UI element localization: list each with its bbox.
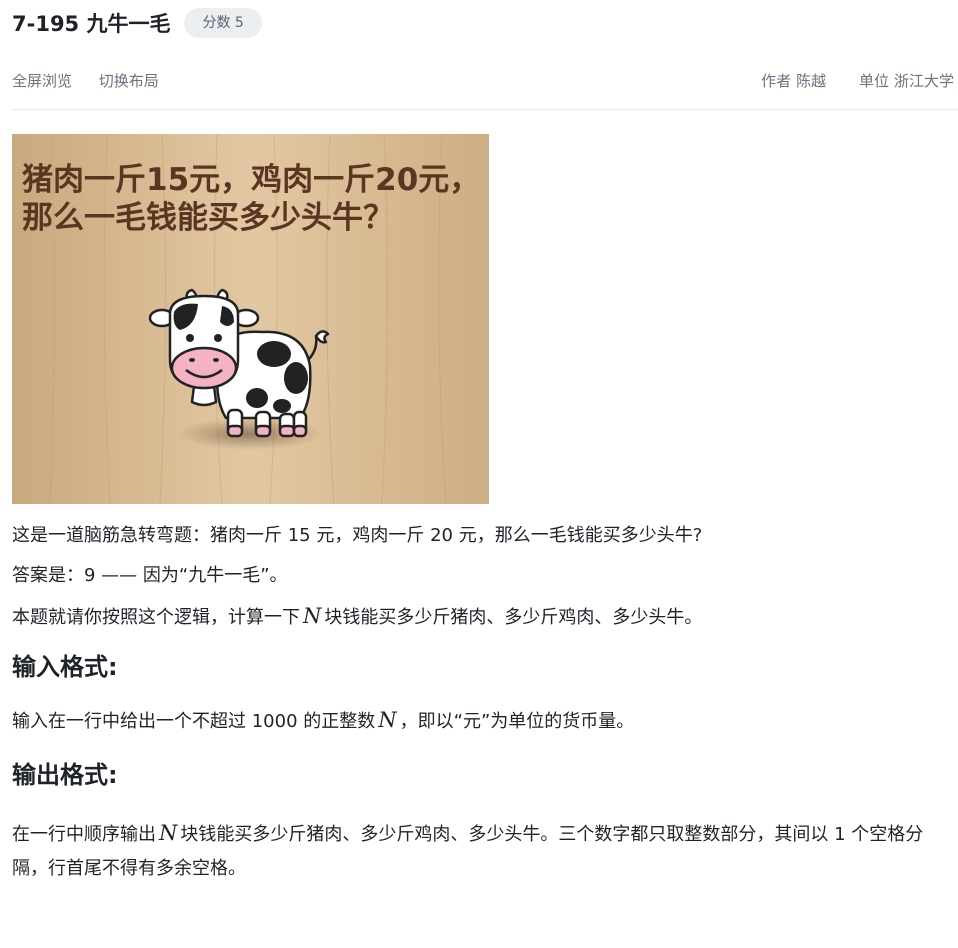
unit-label: 单位 — [858, 72, 889, 90]
input-format-heading: 输入格式: — [12, 653, 118, 681]
author-info: 作者 陈越 — [761, 72, 831, 90]
header-divider — [12, 109, 958, 110]
title-row: 7-195 九牛一毛 分数 5 — [12, 6, 958, 40]
output-variable-n: N — [159, 821, 178, 845]
image-caption-line2: 那么一毛钱能买多少头牛？ — [22, 200, 394, 236]
input-text-after: ，即以“元”为单位的货币量。 — [399, 711, 635, 732]
output-format-text: 在一行中顺序输出 N 块钱能买多少斤猪肉、多少斤鸡肉、多少头牛。三个数字都只取整数部… — [12, 816, 954, 886]
input-format-text: 输入在一行中给出一个不超过 1000 的正整数 N ，即以“元”为单位的货币量。 — [12, 708, 954, 734]
toolbar: 全屏浏览 切换布局 — [12, 70, 181, 91]
problem-statement: 这是一道脑筋急转弯题：猪肉一斤 15 元，鸡肉一斤 20 元，那么一毛钱能买多少… — [12, 516, 954, 886]
meta-row: 全屏浏览 切换布局 作者 陈越 单位 浙江大学 — [12, 70, 954, 91]
image-caption-line1: 猪肉一斤15元，鸡肉一斤20元， — [22, 162, 480, 198]
problem-meta: 作者 陈越 单位 浙江大学 — [733, 70, 954, 91]
author-value: 陈越 — [796, 72, 827, 90]
output-format-heading: 输出格式: — [12, 761, 118, 789]
unit-value: 浙江大学 — [893, 72, 954, 90]
input-text-before: 输入在一行中给出一个不超过 1000 的正整数 — [12, 711, 376, 732]
statement-p3-after: 块钱能买多少斤猪肉、多少斤鸡肉、多少头牛。 — [324, 607, 703, 628]
variable-n: N — [303, 604, 322, 628]
statement-p3-before: 本题就请你按照这个逻辑，计算一下 — [12, 607, 300, 628]
statement-paragraph-3: 本题就请你按照这个逻辑，计算一下 N 块钱能买多少斤猪肉、多少斤鸡肉、多少头牛。 — [12, 604, 954, 630]
output-text-before: 在一行中顺序输出 — [12, 824, 156, 845]
problem-header: 7-195 九牛一毛 分数 5 全屏浏览 切换布局 作者 陈越 单位 浙江大学 — [12, 6, 958, 90]
fullscreen-link[interactable]: 全屏浏览 — [12, 72, 72, 90]
problem-illustration: 猪肉一斤15元，鸡肉一斤20元， 那么一毛钱能买多少头牛？ — [12, 133, 489, 505]
statement-paragraph-1: 这是一道脑筋急转弯题：猪肉一斤 15 元，鸡肉一斤 20 元，那么一毛钱能买多少… — [12, 525, 703, 546]
unit-info: 单位 浙江大学 — [859, 72, 954, 90]
score-badge: 分数 5 — [184, 8, 262, 38]
switch-layout-link[interactable]: 切换布局 — [99, 72, 159, 90]
problem-title: 7-195 九牛一毛 — [12, 12, 171, 36]
cow-illustration-svg: 猪肉一斤15元，鸡肉一斤20元， 那么一毛钱能买多少头牛？ — [12, 133, 489, 505]
author-label: 作者 — [761, 72, 792, 90]
input-variable-n: N — [378, 708, 397, 732]
statement-paragraph-2: 答案是：9 —— 因为“九牛一毛”。 — [12, 565, 288, 586]
